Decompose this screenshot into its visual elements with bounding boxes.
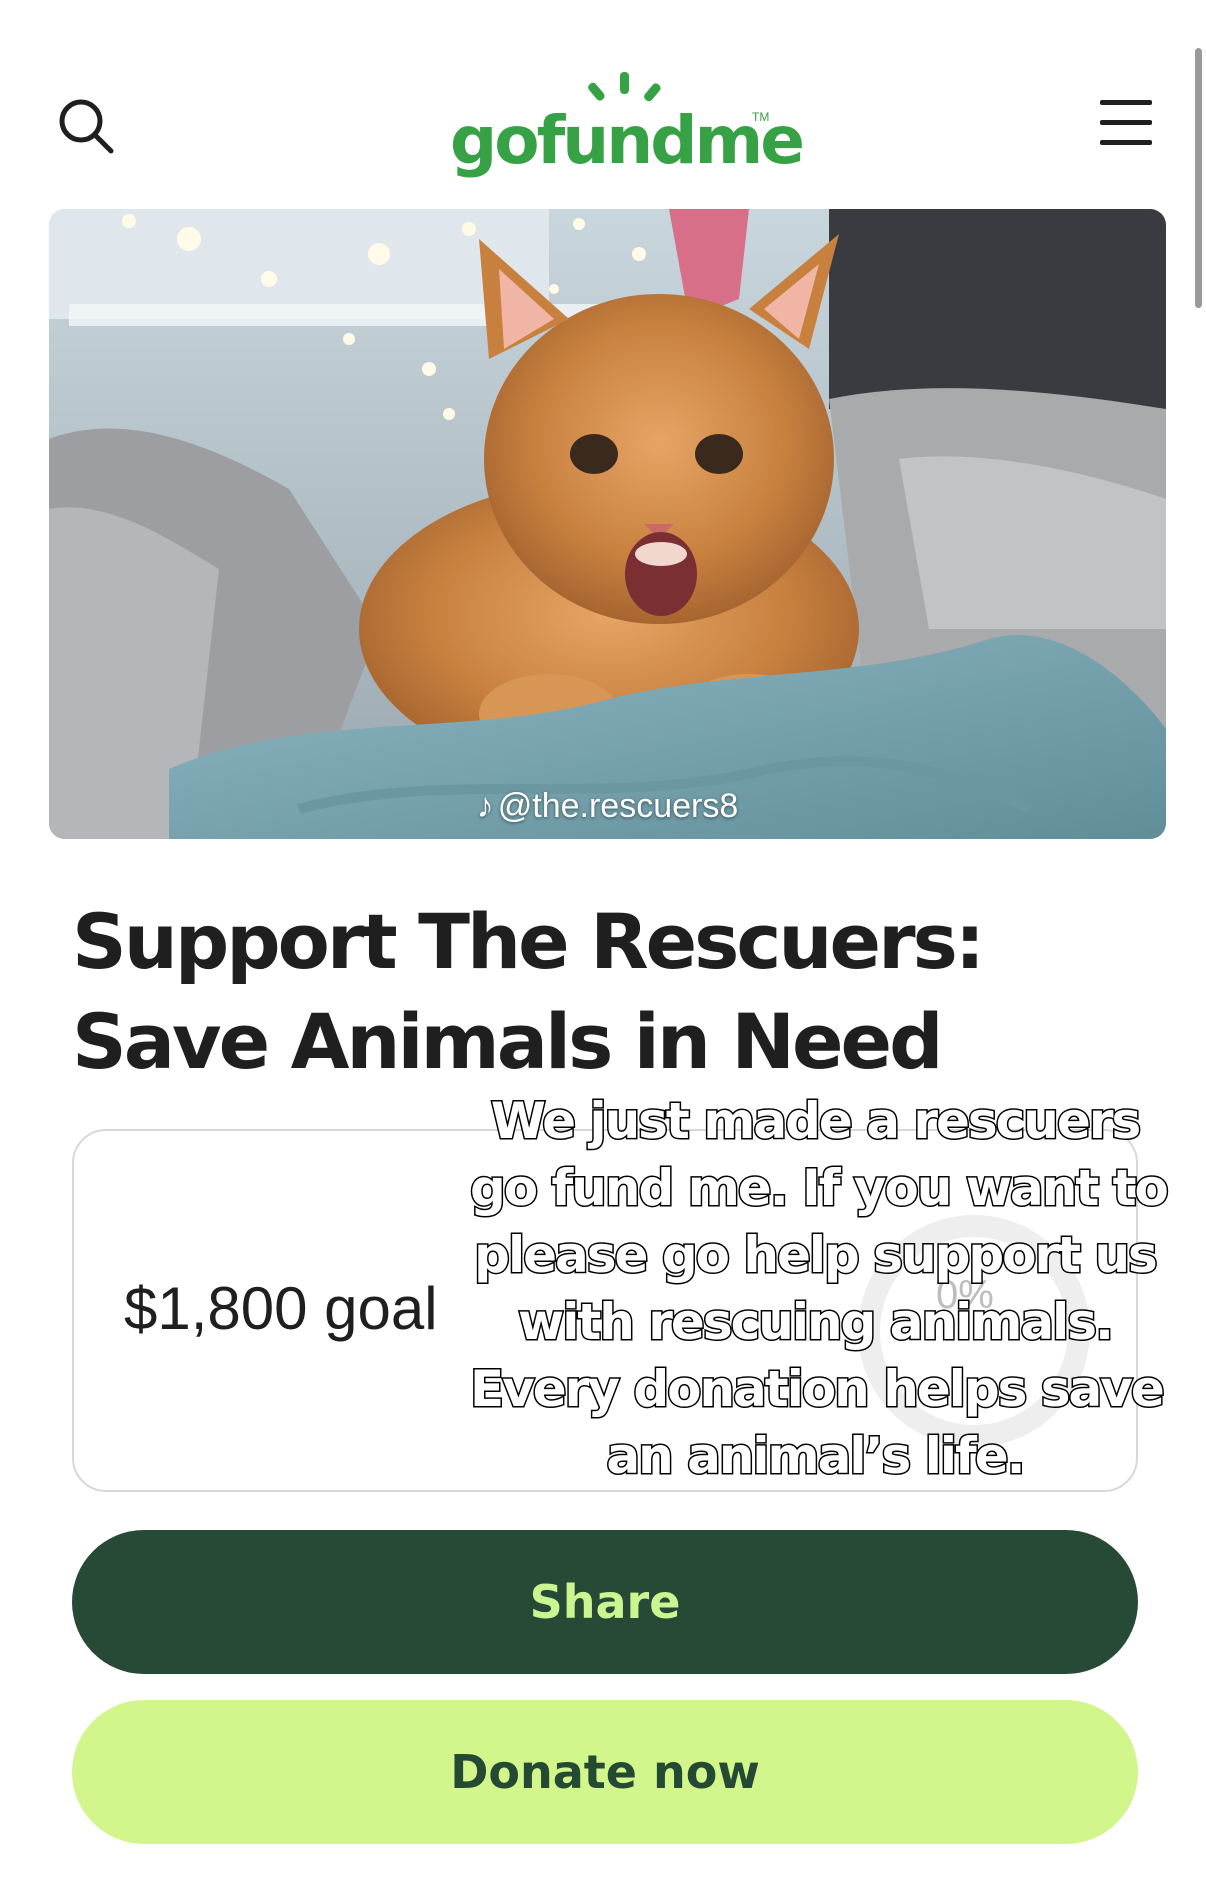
logo-trademark: TM [752,110,770,124]
caption-line: an animal’s life. [605,1426,1027,1487]
logo-wordmark: gofundme [450,102,805,179]
watermark-handle: @the.rescuers8 [497,787,739,825]
kitten-photo [49,209,1166,839]
share-button[interactable]: Share [72,1530,1138,1674]
campaign-title: Support The Rescuers: Save Animals in Ne… [72,897,985,1086]
caption-line: go fund me. If you want to [469,1158,1171,1219]
caption-line: with rescuing animals. [517,1292,1116,1353]
hamburger-menu-icon[interactable] [1100,100,1152,146]
search-icon[interactable] [56,96,116,156]
caption-line: Every donation helps save [469,1359,1167,1420]
caption-overlay: We just made a rescuers go fund me. If y… [469,1088,1171,1490]
caption-line: We just made a rescuers [489,1091,1142,1152]
tiktok-watermark: ♪ @the.rescuers8 [49,787,1166,826]
goal-amount: $1,800 goal [124,1275,438,1342]
tiktok-icon: ♪ [476,787,494,825]
donate-now-button[interactable]: Donate now [72,1700,1138,1844]
scrollbar[interactable] [1195,48,1202,308]
caption-line: please go help support us [473,1225,1160,1286]
campaign-hero-image: ♪ @the.rescuers8 [49,209,1166,839]
gofundme-logo[interactable]: gofundme TM [430,70,805,180]
